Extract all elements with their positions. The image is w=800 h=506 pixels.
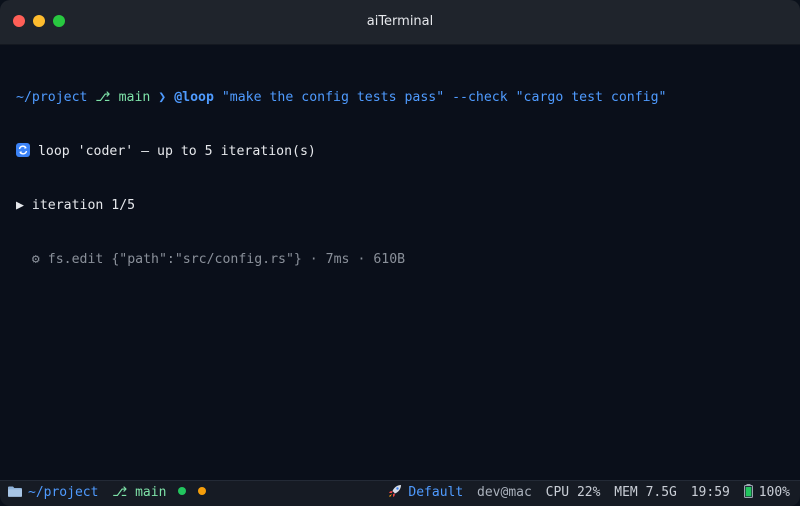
- status-battery: 100%: [758, 485, 790, 500]
- loop-line: loop 'coder' — up to 5 iteration(s): [16, 143, 786, 161]
- tool-call-line: ⚙ fs.edit {"path":"src/config.rs"} · 7ms…: [16, 251, 786, 269]
- iteration-line: ▶ iteration 1/5: [16, 197, 786, 215]
- gear-icon: ⚙: [31, 252, 40, 267]
- status-bar: ~/project ⎇ main Default dev@mac CPU 22%…: [0, 480, 800, 506]
- branch-icon: ⎇: [95, 90, 111, 105]
- status-branch-icon: ⎇: [112, 485, 128, 500]
- status-warning-dot: [198, 487, 207, 495]
- loop-icon: [16, 143, 30, 157]
- tool-call-text: fs.edit {"path":"src/config.rs"} · 7ms ·…: [47, 252, 406, 267]
- iteration-marker-icon: ▶: [16, 198, 24, 213]
- status-bar-right: Default dev@mac CPU 22% MEM 7.5G 19:59 1…: [388, 481, 790, 505]
- terminal-output[interactable]: ~/project ⎇ main ❯ @loop "make the confi…: [16, 53, 786, 305]
- status-ok-dot: [178, 487, 187, 495]
- status-user-host: dev@mac: [477, 485, 532, 500]
- folder-icon: [8, 482, 22, 497]
- rocket-icon: [388, 483, 402, 497]
- status-cpu-label: CPU: [545, 485, 570, 500]
- status-path: ~/project: [28, 485, 99, 500]
- status-mem-label: MEM: [614, 485, 638, 500]
- prompt-line: ~/project ⎇ main ❯ @loop "make the confi…: [16, 89, 786, 107]
- command-name: @loop: [174, 90, 214, 105]
- prompt-path: ~/project: [16, 90, 88, 105]
- loop-description: loop 'coder' — up to 5 iteration(s): [37, 144, 316, 159]
- status-time: 19:59: [690, 485, 730, 500]
- window-title: aiTerminal: [366, 14, 434, 29]
- iteration-label: iteration 1/5: [31, 198, 136, 213]
- prompt-branch: main: [118, 90, 151, 105]
- title-bar: aiTerminal: [0, 0, 800, 45]
- terminal-window: aiTerminal ~/project ⎇ main ❯ @loop "mak…: [0, 0, 800, 506]
- status-bar-left: ~/project ⎇ main: [8, 481, 207, 505]
- status-branch: main: [135, 485, 167, 500]
- status-profile: Default: [408, 485, 464, 500]
- status-cpu-value: 22%: [576, 485, 601, 500]
- battery-icon: [743, 483, 753, 498]
- status-mem-value: 7.5G: [645, 485, 677, 500]
- prompt-arrow-icon: ❯: [158, 90, 167, 105]
- command-args: "make the config tests pass" --check "ca…: [221, 90, 667, 105]
